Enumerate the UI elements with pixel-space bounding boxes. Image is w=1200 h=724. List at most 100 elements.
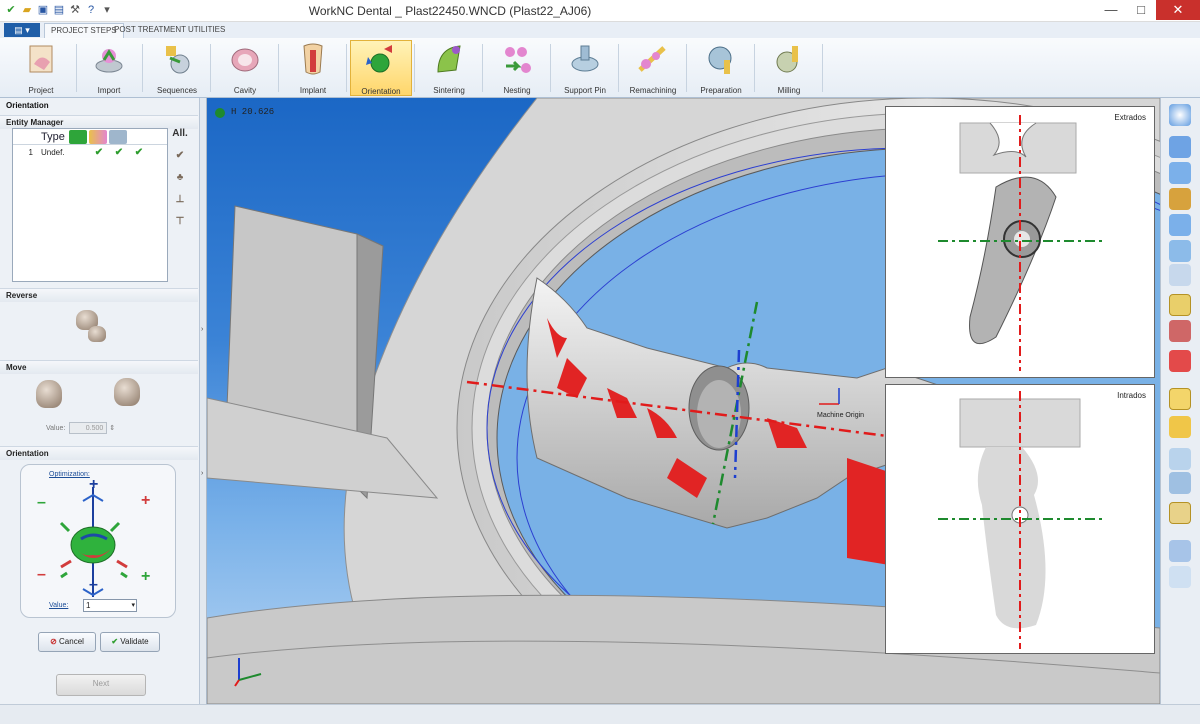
chevron-down-icon: ▾ (131, 602, 135, 609)
tab-utilities[interactable]: UTILITIES (182, 23, 231, 38)
ribbon: Project Import Sequences Cavity Implant … (0, 38, 1200, 98)
plus-rotate-bottom-right-button[interactable]: + (141, 569, 150, 585)
ribbon-button-sintering[interactable]: Sintering (418, 40, 480, 96)
move-down-tooth-icon[interactable] (36, 380, 62, 408)
cavity-icon (228, 42, 262, 76)
pin-down-tool-icon[interactable]: ⊤ (168, 216, 192, 238)
move-value-label: Value: (46, 425, 66, 432)
axis-view-icon[interactable] (1169, 264, 1191, 286)
tool-icon[interactable] (1169, 350, 1191, 372)
ribbon-label: Cavity (233, 86, 257, 95)
preparation-icon (704, 42, 738, 76)
shading-icon[interactable] (1169, 320, 1191, 342)
orientation-value-select[interactable]: 1 ▾ (83, 599, 137, 612)
view-iso-icon[interactable] (1169, 214, 1191, 236)
orientation-header: Orientation (0, 446, 198, 460)
entity-type: Undef. (41, 147, 65, 157)
sintering-icon (432, 42, 466, 76)
check-tool-icon[interactable]: ✔ (168, 150, 192, 172)
extrados-view[interactable]: Extrados (885, 106, 1155, 378)
tooth-tool-icon[interactable]: ♣ (168, 172, 192, 194)
ribbon-button-implant[interactable]: Implant (282, 40, 344, 96)
grid-icon[interactable] (1169, 540, 1191, 562)
reverse-tooth-flipped-icon[interactable] (88, 326, 106, 342)
panel-splitter[interactable]: › › (200, 98, 207, 704)
view-top-icon[interactable] (1169, 136, 1191, 158)
ribbon-button-support-pin[interactable]: Support Pin (554, 40, 616, 96)
close-button[interactable]: ✕ (1156, 0, 1200, 20)
ribbon-button-cavity[interactable]: Cavity (214, 40, 276, 96)
ribbon-button-remachining[interactable]: Remachining (622, 40, 684, 96)
h-readout: H 20.626 (231, 107, 275, 117)
implant-filter-icon[interactable] (89, 129, 107, 144)
rotate-view-icon[interactable] (1169, 416, 1191, 438)
minus-rotate-bottom-button[interactable]: – (89, 577, 98, 593)
move-value-input[interactable]: 0.500 (69, 422, 108, 434)
optimization-link[interactable]: Optimization: (49, 471, 90, 478)
h-indicator (215, 108, 225, 118)
zoom-icon[interactable] (1169, 104, 1191, 126)
entity-index: 1 (28, 147, 33, 157)
move-value-row: Value: 0.500 ⇕ (46, 422, 115, 434)
extrados-drawing (938, 115, 1104, 371)
check-icon[interactable]: ✔ (89, 147, 109, 158)
ribbon-button-orientation[interactable]: Orientation (350, 40, 412, 96)
type-column-header[interactable]: Type (13, 131, 67, 143)
transparency-icon[interactable] (1169, 448, 1191, 470)
cancel-icon: ⊘ (50, 637, 57, 646)
plus-rotate-right-button[interactable]: + (141, 493, 150, 509)
ribbon-separator (686, 44, 687, 92)
warning-icon[interactable] (1169, 502, 1191, 524)
crosshair-icon[interactable] (1169, 566, 1191, 588)
view-toolbar (1160, 98, 1200, 704)
chevron-right-icon[interactable]: › (201, 470, 203, 477)
reverse-header: Reverse (0, 288, 198, 302)
view-bottom-icon[interactable] (1169, 240, 1191, 262)
ribbon-separator (76, 44, 77, 92)
3d-viewport[interactable]: H 20.626 Machine Origin Extrados Intrado… (207, 98, 1160, 704)
layer-icon[interactable] (1169, 472, 1191, 494)
move-up-tooth-icon[interactable] (114, 378, 140, 406)
display-mode-icon[interactable] (1169, 294, 1191, 316)
application-menu-button[interactable]: ▤ ▾ (4, 23, 40, 37)
ribbon-separator (210, 44, 211, 92)
plus-rotate-top-button[interactable]: + (89, 477, 98, 493)
cancel-button[interactable]: ⊘ Cancel (38, 632, 96, 652)
ribbon-button-sequences[interactable]: Sequences (146, 40, 208, 96)
check-icon[interactable]: ✔ (129, 147, 149, 158)
view-side-icon[interactable] (1169, 188, 1191, 210)
ribbon-label: Orientation (361, 87, 401, 96)
view-front-icon[interactable] (1169, 162, 1191, 184)
ribbon-label: Support Pin (564, 86, 606, 95)
maximize-button[interactable]: □ (1126, 0, 1156, 20)
list-item[interactable]: 1 Undef. ✔ ✔ ✔ (13, 145, 167, 159)
minimize-button[interactable]: — (1096, 0, 1126, 20)
minus-rotate-bottom-left-button[interactable]: – (37, 567, 46, 583)
tooth-filter-icon[interactable] (69, 129, 87, 144)
tab-post-treatment[interactable]: POST TREATMENT (108, 23, 192, 38)
import-icon (92, 42, 126, 76)
bar-filter-icon[interactable] (109, 129, 127, 144)
ribbon-button-import[interactable]: Import (78, 40, 140, 96)
ribbon-label: Sequences (156, 86, 198, 95)
ribbon-button-nesting[interactable]: Nesting (486, 40, 548, 96)
next-button[interactable]: Next (56, 674, 146, 696)
pin-tool-icon[interactable]: ⊥ (168, 194, 192, 216)
validate-icon: ✔ (111, 637, 119, 646)
ribbon-button-milling[interactable]: Milling (758, 40, 820, 96)
select-all-button[interactable]: All. (168, 128, 192, 150)
check-icon[interactable]: ✔ (109, 147, 129, 158)
chevron-right-icon[interactable]: › (201, 326, 203, 333)
implant-icon (296, 42, 330, 76)
minus-rotate-left-button[interactable]: – (37, 495, 46, 511)
orientation-icon (364, 43, 398, 77)
section-plane-icon[interactable] (1169, 388, 1191, 410)
intrados-view[interactable]: Intrados (885, 384, 1155, 654)
ribbon-button-preparation[interactable]: Preparation (690, 40, 752, 96)
ribbon-button-project[interactable]: Project (10, 40, 72, 96)
validate-button[interactable]: ✔ Validate (100, 632, 160, 652)
spinner-icon[interactable]: ⇕ (109, 425, 115, 432)
orientation-value-label[interactable]: Value: (49, 602, 68, 609)
entity-manager-list[interactable]: Type 1 Undef. ✔ ✔ ✔ (12, 128, 168, 282)
panel-title: Orientation (6, 101, 49, 110)
